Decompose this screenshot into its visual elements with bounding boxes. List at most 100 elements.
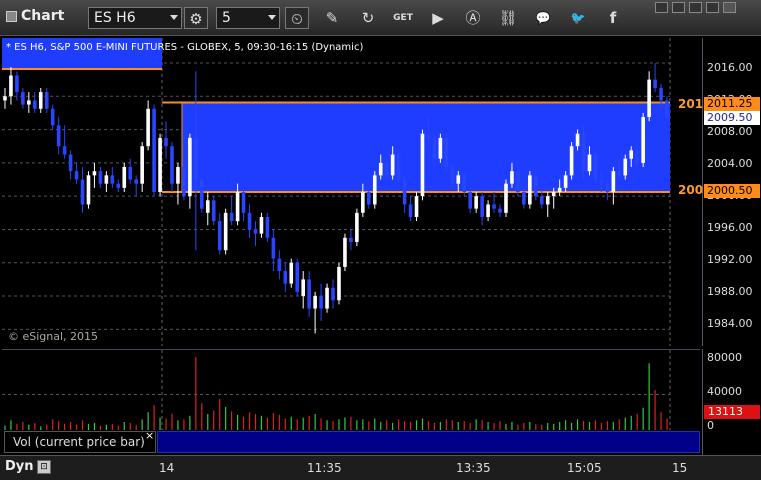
candle-body <box>390 154 395 176</box>
candle-body <box>498 208 502 213</box>
twitter-icon: 🐦 <box>570 11 586 25</box>
candle-body <box>116 183 121 188</box>
minimize-button[interactable] <box>672 2 685 13</box>
candle-body <box>444 137 449 168</box>
time-axis[interactable]: Dyn ⊡ 14 11:35 13:35 15:05 15 <box>0 455 761 480</box>
price-tick: 1992.00 <box>707 253 753 266</box>
comment-button[interactable]: 💬 <box>531 7 555 29</box>
candle-body <box>569 146 574 176</box>
candle-body <box>659 87 663 101</box>
candle-body <box>426 133 431 138</box>
restore-button[interactable] <box>689 2 702 13</box>
candle-body <box>337 266 341 301</box>
interval-value: 5 <box>222 10 231 26</box>
volume-pane[interactable]: Vol (current price bar) × <box>2 349 700 455</box>
symbol-value: ES H6 <box>94 10 136 26</box>
candle-body <box>593 154 598 180</box>
volume-axis[interactable]: 80000 40000 0 13113 <box>702 349 761 455</box>
draw-tool-button[interactable]: ✎ <box>320 7 344 29</box>
candle-body <box>158 137 162 192</box>
candle-body <box>247 212 252 230</box>
upper-level-label: 201 <box>678 97 704 111</box>
twitter-button[interactable]: 🐦 <box>566 7 590 29</box>
candle-body <box>217 221 222 251</box>
candle-body <box>301 279 305 297</box>
price-tick: 2008.00 <box>707 125 753 138</box>
candle-body <box>528 175 532 205</box>
time-label: 11:35 <box>307 461 342 475</box>
candle-body <box>438 137 443 159</box>
interval-input[interactable]: 5 <box>216 7 280 29</box>
lower-level-label: 200 <box>678 183 704 197</box>
candle-body <box>450 167 455 184</box>
candle-body <box>271 237 276 259</box>
time-template-button[interactable]: ⏲ <box>285 7 309 29</box>
window-title: Chart <box>6 8 64 24</box>
candle-body <box>325 287 329 309</box>
candle-body <box>98 171 103 184</box>
comment-icon: 💬 <box>535 11 551 25</box>
close-study-icon[interactable]: × <box>145 429 154 442</box>
candle-body <box>134 179 138 184</box>
candle-body <box>211 200 216 222</box>
candle-body <box>104 175 109 184</box>
candle-body <box>235 192 240 222</box>
chart-toolbar: Chart ES H6 ⚙ 5 ⏲ ✎ ↻ GET ▶ Ⓐ ⛓ 💬 🐦 f <box>0 0 761 36</box>
facebook-button[interactable]: f <box>601 7 625 29</box>
candle-body <box>128 167 133 180</box>
candle-body <box>462 175 467 192</box>
candle-body <box>492 204 496 209</box>
candle-body <box>581 133 586 172</box>
interval-dropdown-icon[interactable] <box>268 15 276 20</box>
play-button[interactable]: ▶ <box>426 7 450 29</box>
alert-button[interactable]: Ⓐ <box>461 7 485 29</box>
maximize-button[interactable] <box>706 2 719 13</box>
candle-body <box>86 175 91 205</box>
clock-icon: ⏲ <box>291 10 303 28</box>
candle-body <box>355 212 359 242</box>
time-mode-label[interactable]: Dyn <box>5 459 34 474</box>
candle-body <box>384 162 389 176</box>
candle-body <box>68 154 73 172</box>
candle-body <box>551 192 556 197</box>
app-icon <box>6 10 17 22</box>
candle-body <box>27 100 31 105</box>
candle-body <box>563 175 568 188</box>
refresh-button[interactable]: ↻ <box>356 7 380 29</box>
time-label: 15 <box>672 461 688 475</box>
volume-tick: 80000 <box>707 351 742 364</box>
price-axis[interactable]: 2016.00 2012.00 2008.00 2004.00 2000.00 … <box>702 38 761 346</box>
candle-body <box>200 179 204 209</box>
candle-body <box>74 171 79 180</box>
candle-body <box>313 296 317 309</box>
candle-body <box>319 296 323 309</box>
candle-body <box>9 75 13 97</box>
price-tick: 1988.00 <box>707 285 753 298</box>
link-icon: ⛓ <box>498 9 518 27</box>
candle-body <box>611 171 616 192</box>
candle-body <box>456 175 461 184</box>
lock-icon[interactable]: ⊡ <box>37 460 51 474</box>
window-menu-button[interactable] <box>655 2 668 13</box>
candle-body <box>241 192 246 213</box>
get-data-button[interactable]: GET <box>391 7 415 29</box>
volume-tick: 0 <box>707 419 714 432</box>
symbol-input[interactable]: ES H6 <box>88 7 182 29</box>
link-button[interactable]: ⛓ <box>496 7 520 29</box>
candle-body <box>140 146 144 184</box>
price-chart-pane[interactable]: * ES H6, S&P 500 E-MINI FUTURES - GLOBEX… <box>2 38 700 346</box>
candle-body <box>21 92 25 105</box>
symbol-dropdown-icon[interactable] <box>170 15 178 20</box>
candle-body <box>15 75 19 93</box>
lower-level-tag: 2000.50 <box>704 184 760 198</box>
candle-body <box>194 137 198 180</box>
candle-body <box>277 258 282 272</box>
alert-icon: Ⓐ <box>465 9 481 27</box>
candle-body <box>396 154 401 180</box>
close-window-button[interactable] <box>723 2 736 13</box>
candle-body <box>253 229 258 234</box>
candle-body <box>653 79 657 88</box>
candle-body <box>33 100 37 109</box>
settings-button[interactable]: ⚙ <box>184 7 208 29</box>
last-price-tag: 2009.50 <box>704 111 760 125</box>
